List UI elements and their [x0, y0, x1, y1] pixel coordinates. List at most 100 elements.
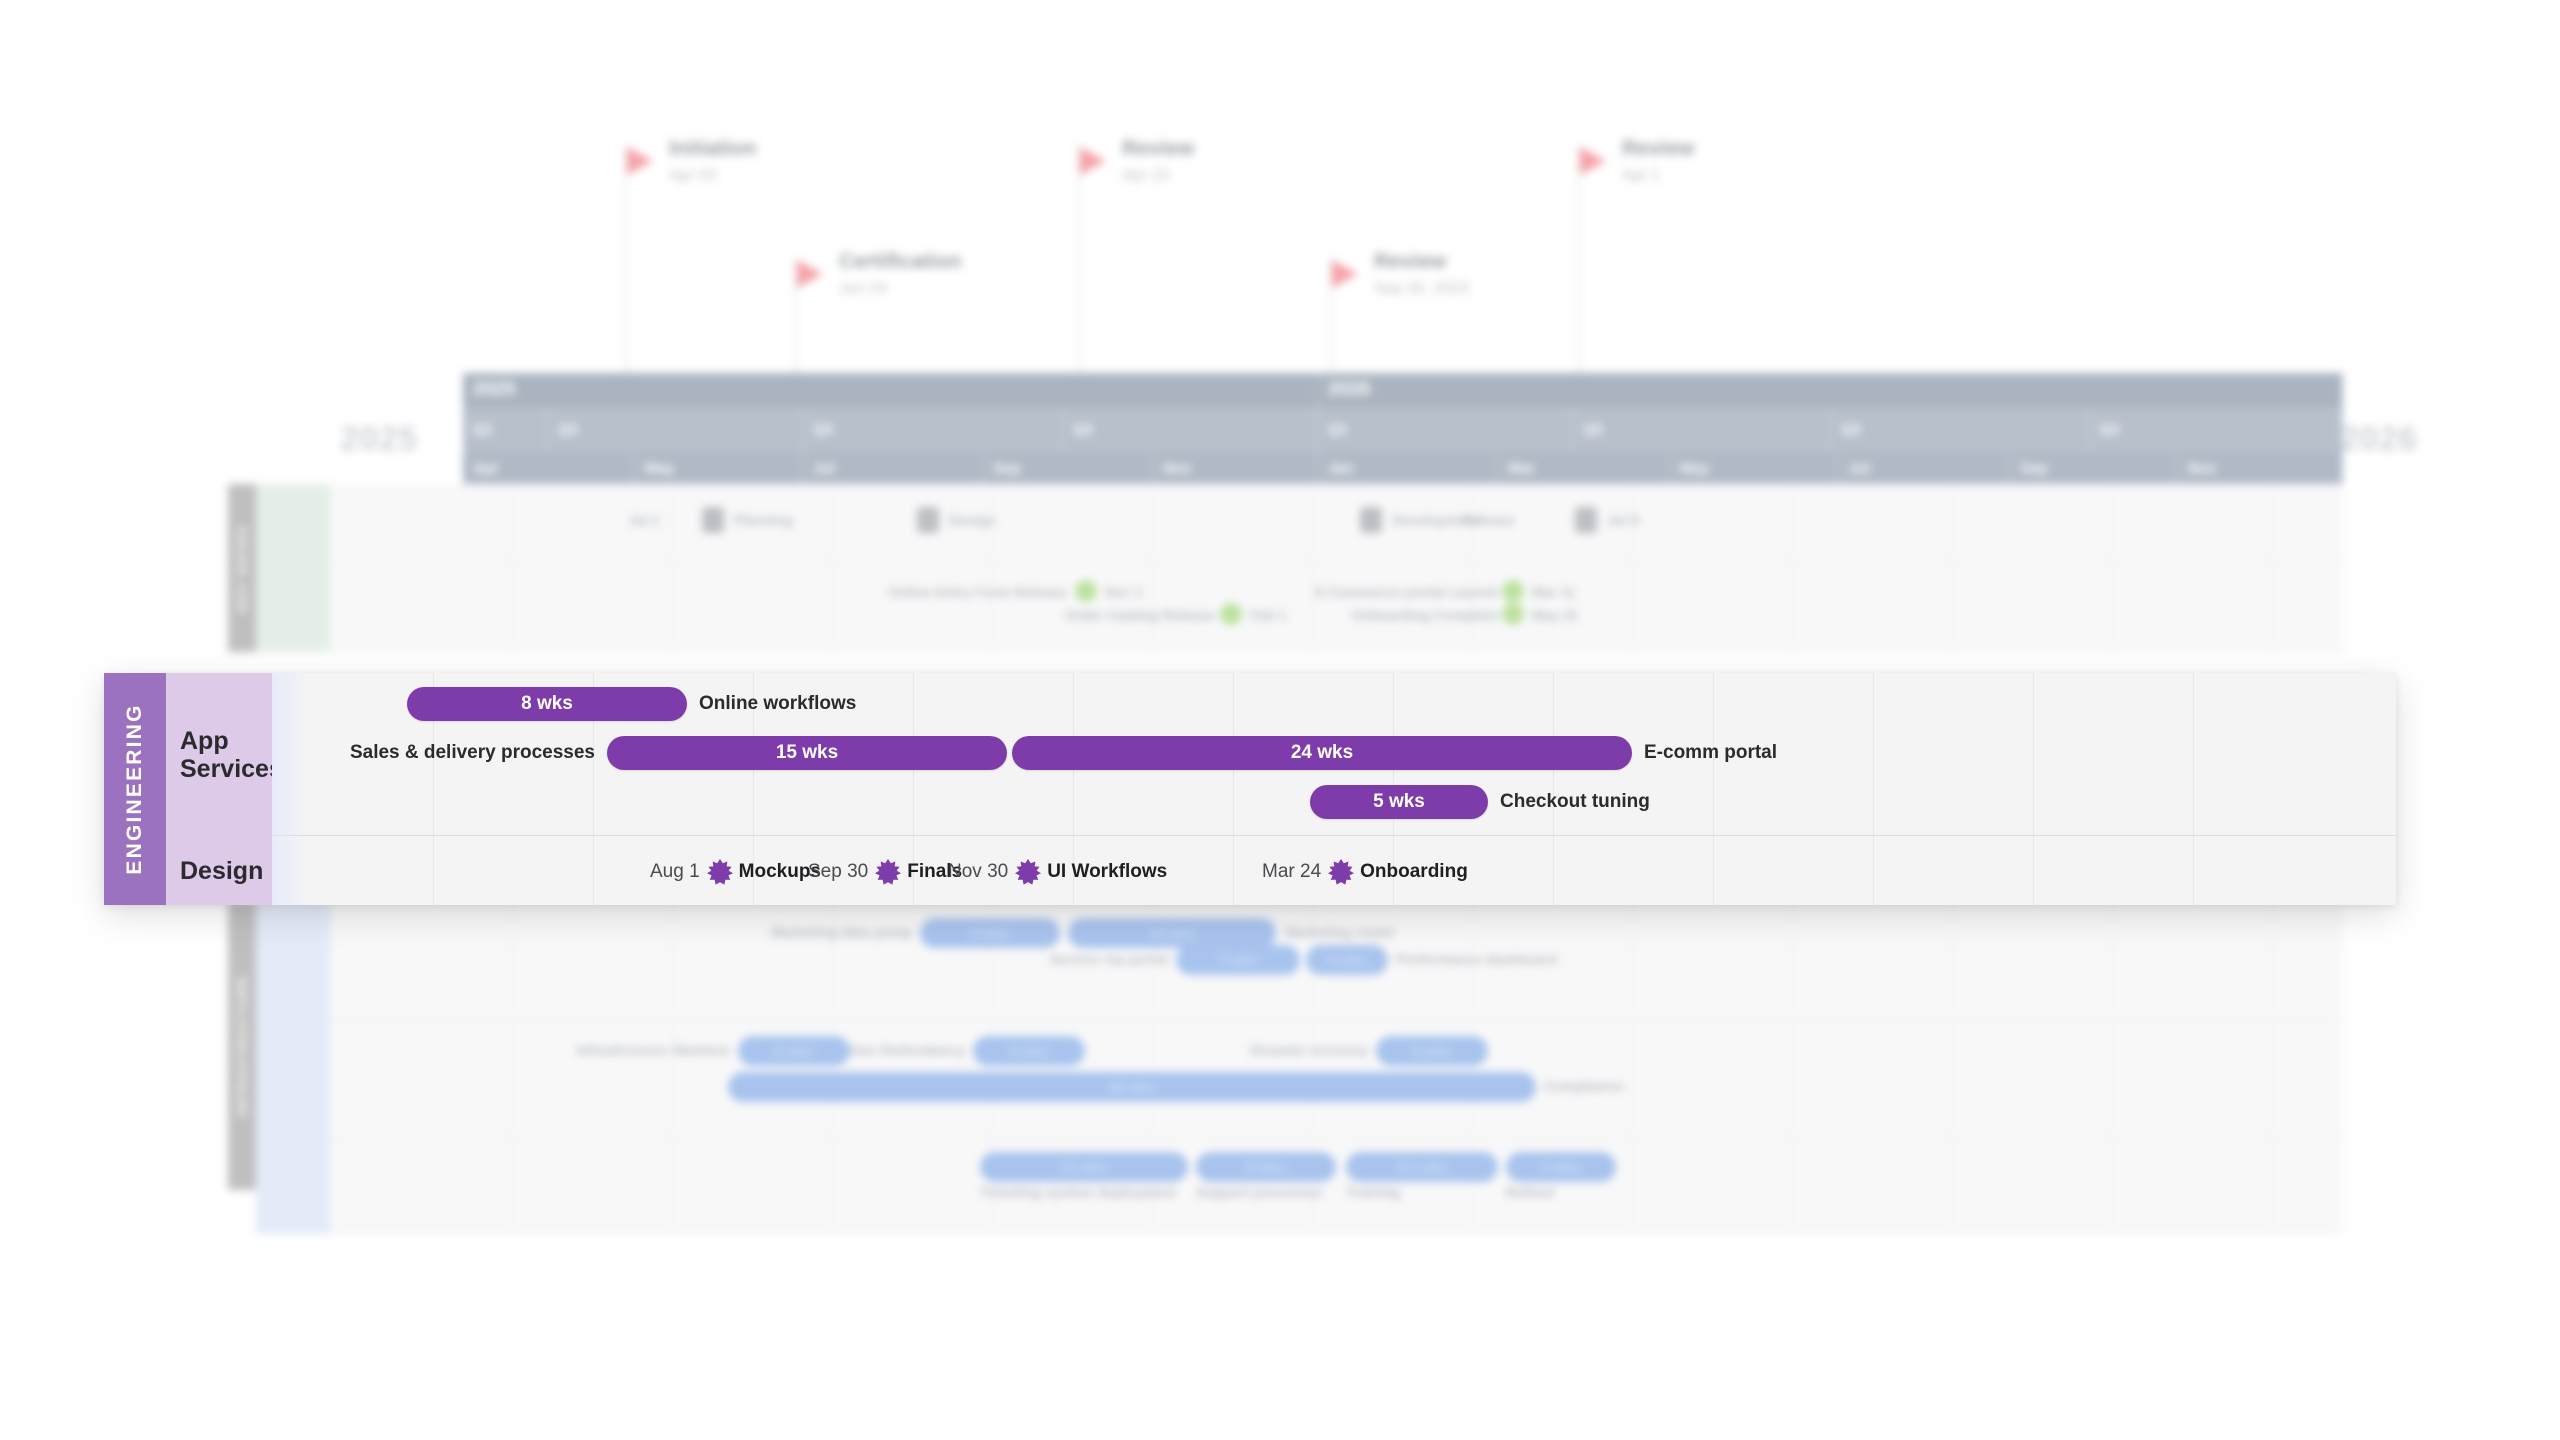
timeline-cell: Q2: [1573, 407, 1831, 452]
timeline-cell: May: [635, 452, 803, 484]
milestone[interactable]: Sep 30 Finals: [808, 855, 962, 889]
task-label: Disaster recovery: [1250, 1042, 1368, 1058]
row-divider: [272, 835, 2396, 836]
flag-date: Jun 24: [839, 280, 888, 297]
grid-vline: [1631, 1138, 1632, 1233]
flag-date: Apr 03: [669, 167, 717, 184]
focus-row-label-column: App Services Design: [166, 673, 283, 905]
timeline-cell: 2026: [1318, 373, 2343, 407]
flag-date: Apr 23: [1122, 167, 1170, 184]
timeline-cell: Sep: [2010, 452, 2178, 484]
milestone-label: Onboarding: [1360, 861, 1468, 882]
grid-vline: [1791, 1020, 1792, 1137]
timeline-cell: Q4: [1063, 407, 1318, 452]
group-band-label: ENGINEERING: [123, 703, 146, 875]
row-label-text: App Services: [180, 726, 283, 783]
grid-vline: [671, 1138, 672, 1233]
focus-grid-vline: [2033, 673, 2034, 905]
flag-date: Apr 1: [1622, 167, 1661, 184]
flag-pole: [1078, 145, 1080, 375]
task-bar: 12 wks: [980, 1152, 1188, 1182]
timeline-cell: Jul: [1838, 452, 2010, 484]
task-bar: 4 wks: [1506, 1152, 1616, 1182]
timeline-cell: Q3: [1831, 407, 2089, 452]
flag-triangle-icon: [797, 260, 823, 288]
row-label-design[interactable]: Design: [166, 836, 272, 905]
milestone-star-icon: [706, 859, 733, 885]
timeline-cell: Q3: [803, 407, 1063, 452]
gate-square-icon: [1575, 507, 1597, 533]
grid-vline: [2111, 1020, 2112, 1137]
focus-track-area: 8 wks Online workflows 15 wks Sales & deliv…: [272, 673, 2396, 905]
task-bar: 9.1 wks: [1346, 1152, 1498, 1182]
task-bar: 7 wks: [1176, 945, 1300, 975]
task-bar[interactable]: 5 wks: [1310, 785, 1488, 819]
timeline-cell: 2025: [463, 373, 1318, 407]
focused-engineering-panel[interactable]: ENGINEERING App Services Design 8 wks Onl…: [104, 673, 2396, 905]
task-bar[interactable]: 15 wks: [607, 736, 1007, 770]
grid-vline: [1951, 562, 1952, 651]
milestone-star-icon: [1015, 859, 1042, 885]
task-label: Rollout: [1506, 1184, 1555, 1200]
milestone-date: Aug 1: [650, 861, 700, 882]
task-bar: 40 wks: [728, 1072, 1536, 1102]
task-label: Release: [1462, 512, 1515, 528]
milestone[interactable]: Aug 1 Mockups: [650, 855, 821, 889]
task-label: Jul 9: [1607, 512, 1639, 528]
row-band: [256, 1020, 330, 1138]
milestone-date: Nov 30: [948, 861, 1009, 882]
flag-title: Certification: [839, 250, 962, 273]
grid-vline: [1631, 1020, 1632, 1137]
grid-vline: [1951, 1020, 1952, 1137]
task-label: Marketing data pump: [771, 924, 912, 940]
timeline-cell: Apr: [463, 452, 635, 484]
grid-vline: [2111, 562, 2112, 651]
flag-triangle-icon: [627, 147, 653, 175]
milestone-label: UI Workflows: [1047, 861, 1168, 882]
timeline-cell: Q3: [548, 407, 803, 452]
focus-grid-vline: [2193, 673, 2194, 905]
timeline-cell: Q1: [463, 407, 548, 452]
task-bar-label: E-comm portal: [1644, 742, 1778, 763]
flag-pole: [1578, 145, 1580, 375]
timeline-cell: Sep: [983, 452, 1153, 484]
flag-triangle-icon: [1080, 147, 1106, 175]
year-label-right: 2026: [2340, 420, 2418, 458]
focus-grid-vline: [1873, 673, 1874, 905]
grid-vline: [1791, 562, 1792, 651]
timeline-cell: Q4: [2089, 407, 2343, 452]
task-bar[interactable]: 24 wks: [1012, 736, 1632, 770]
focus-grid-vline: [1233, 673, 1234, 905]
timeline-cell: Jan: [1318, 452, 1498, 484]
task-label: May 31: [1532, 607, 1579, 623]
task-bar: 6 wks: [1376, 1036, 1488, 1066]
timeline-cell: May: [1670, 452, 1838, 484]
milestone[interactable]: Mar 24 Onboarding: [1262, 855, 1468, 889]
grid-vline: [2271, 1020, 2272, 1137]
gantt-chart-canvas: 2025 2026 Initiation Apr 03 Certification J…: [0, 0, 2560, 1440]
grid-vline: [2271, 484, 2272, 561]
task-bar: 8 wks: [920, 918, 1060, 948]
flag-title: Review: [1622, 137, 1695, 160]
grid-vline: [1791, 484, 1792, 561]
task-bar: 12 wks: [1068, 918, 1276, 948]
grid-vline: [1951, 484, 1952, 561]
grid-vline: [2271, 902, 2272, 1019]
task-label: Performance dashboard: [1396, 951, 1558, 967]
task-label: Mar 11: [1532, 584, 1576, 600]
flag-pole: [625, 145, 627, 375]
task-bar[interactable]: 8 wks: [407, 687, 687, 721]
milestone[interactable]: Nov 30 UI Workflows: [948, 855, 1167, 889]
timeline-year-band: 2025 2026: [463, 373, 2343, 407]
milestone-star-icon: [875, 859, 902, 885]
milestone-date: Sep 30: [808, 861, 869, 882]
row-label-app-services[interactable]: App Services: [166, 673, 283, 836]
group-band: KEY DATES: [228, 484, 256, 652]
timeline-cell: Nov: [2178, 452, 2343, 484]
year-label-left: 2025: [340, 420, 418, 458]
grid-vline: [831, 1138, 832, 1233]
grid-vline: [671, 1020, 672, 1137]
task-bar: 4 wks: [1306, 945, 1388, 975]
grid-vline: [2271, 562, 2272, 651]
deliverable-dot-icon: [1502, 580, 1524, 602]
